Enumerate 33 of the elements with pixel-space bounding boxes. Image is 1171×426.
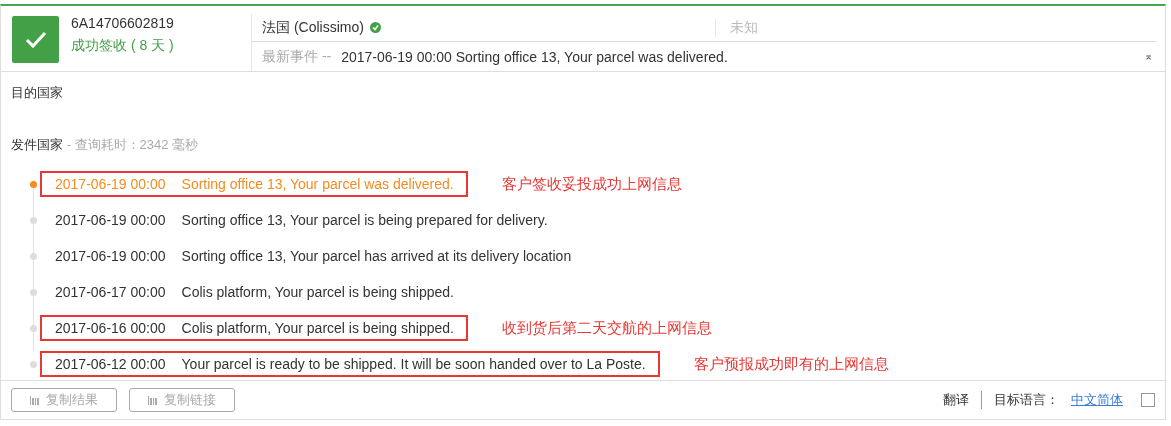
event-time: 2017-06-19 00:00 xyxy=(55,176,166,192)
status-text: 成功签收 ( 8 天 ) xyxy=(71,37,175,55)
translate-label: 翻译 xyxy=(943,391,969,409)
event-time: 2017-06-19 00:00 xyxy=(55,248,166,264)
event-text: Your parcel is ready to be shipped. It will be soon handed over to La Poste. xyxy=(181,356,646,372)
carrier-name: 法国 (Colissimo) xyxy=(262,18,364,37)
event-time: 2017-06-16 00:00 xyxy=(55,320,166,336)
copy-button[interactable]: 复制链接 xyxy=(129,388,235,412)
event-text: Sorting office 13, Your parcel has arrived at its delivery location xyxy=(181,248,572,264)
unknown-status: 未知 xyxy=(729,18,758,37)
target-language-label: 目标语言： xyxy=(994,391,1059,409)
origin-label: 发件国家 xyxy=(11,137,63,152)
event-text: Colis platform, Your parcel is being shipped. xyxy=(181,320,454,336)
copy-button[interactable]: 复制结果 xyxy=(11,388,117,412)
checkbox[interactable] xyxy=(1141,393,1155,407)
latest-event: 2017-06-19 00:00 Sorting office 13, Your parcel was delivered. xyxy=(341,48,729,65)
tracking-number: 6A14706602819 xyxy=(71,15,175,31)
collapse-button[interactable]: ⌅ xyxy=(1144,50,1153,63)
event-text: Sorting office 13, Your parcel was delivered. xyxy=(181,176,454,192)
barcode-icon xyxy=(148,395,158,405)
event-text: Sorting office 13, Your parcel is being prepared for delivery. xyxy=(181,212,548,228)
annotation-note: 客户预报成功即有的上网信息 xyxy=(693,354,889,374)
latest-label: 最新事件 -- xyxy=(262,47,332,66)
barcode-icon xyxy=(30,395,40,405)
destination-label: 目的国家 xyxy=(11,84,64,102)
language-link[interactable]: 中文简体 xyxy=(1071,391,1123,409)
event-time: 2017-06-12 00:00 xyxy=(55,356,166,372)
event-text: Colis platform, Your parcel is being shipped. xyxy=(181,284,454,300)
event-time: 2017-06-17 00:00 xyxy=(55,284,166,300)
annotation-note: 客户签收妥投成功上网信息 xyxy=(501,174,682,194)
annotation-note: 收到货后第二天交航的上网信息 xyxy=(501,318,712,338)
event-time: 2017-06-19 00:00 xyxy=(55,212,166,228)
query-time: - 查询耗时：2342 毫秒 xyxy=(66,137,199,152)
